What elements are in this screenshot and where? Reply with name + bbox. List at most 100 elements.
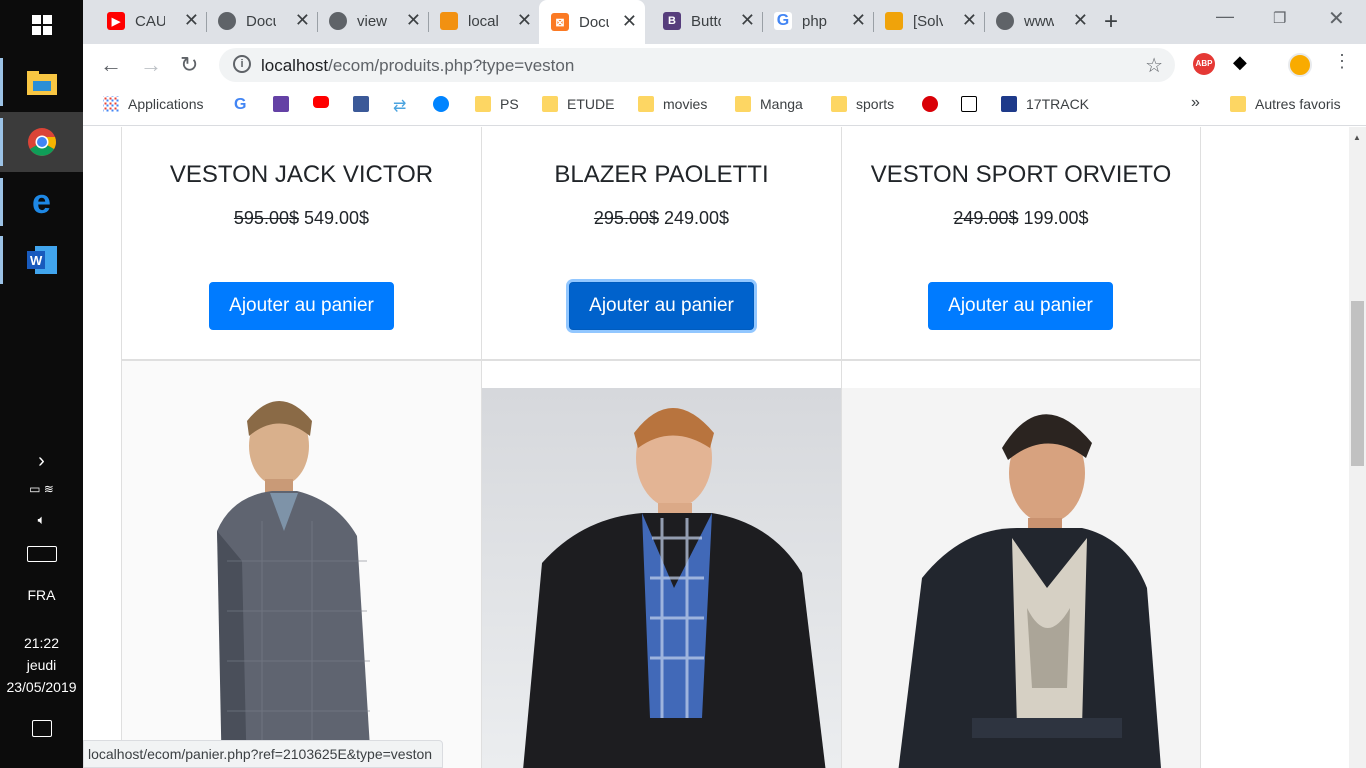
- product-price: 295.00$ 249.00$: [482, 208, 841, 229]
- bookmark-sports[interactable]: sports: [831, 96, 894, 112]
- address-url[interactable]: localhost/ecom/produits.php?type=veston: [261, 56, 574, 76]
- show-hidden-icons-chevron-icon[interactable]: ›: [0, 450, 83, 473]
- more-bookmarks-chevron[interactable]: »: [1191, 94, 1200, 112]
- product-image-blazer-paoletti[interactable]: [482, 388, 841, 768]
- bookmark-label: 17TRACK: [1026, 96, 1090, 112]
- tab-label: Docu: [246, 12, 276, 30]
- tab-strip: ▶ CAU ✕ Docu ✕ view ✕ local ✕ ⊠ Docu ✕ B: [83, 0, 1366, 44]
- close-tab-icon[interactable]: ✕: [184, 10, 199, 31]
- bookmark-label: movies: [663, 96, 708, 112]
- facebook-bookmark-icon[interactable]: [353, 96, 378, 112]
- clock-time[interactable]: 21:22: [0, 635, 83, 651]
- close-tab-icon[interactable]: ✕: [1073, 10, 1088, 31]
- folder-icon: [638, 96, 654, 112]
- tab-8[interactable]: www ✕: [996, 6, 1096, 36]
- bookmark-label: Autres favoris: [1255, 96, 1341, 112]
- bookmark-17track[interactable]: 17TRACK: [1001, 96, 1089, 112]
- folder-icon: [26, 71, 57, 95]
- forward-arrow-icon[interactable]: →: [140, 52, 162, 78]
- new-tab-plus-icon[interactable]: +: [1104, 8, 1118, 36]
- bookmark-label: Manga: [760, 96, 803, 112]
- close-tab-icon[interactable]: ✕: [962, 10, 977, 31]
- add-to-cart-button-focused[interactable]: Ajouter au panier: [569, 282, 754, 330]
- add-to-cart-button[interactable]: Ajouter au panier: [209, 282, 394, 330]
- close-tab-icon[interactable]: ✕: [740, 10, 755, 31]
- phpmyadmin-icon: [440, 12, 458, 30]
- word-taskbar-button[interactable]: W: [0, 230, 83, 290]
- chrome-icon: [27, 128, 56, 156]
- chrome-taskbar-button[interactable]: [0, 112, 83, 172]
- chrome-window: ▶ CAU ✕ Docu ✕ view ✕ local ✕ ⊠ Docu ✕ B: [83, 0, 1366, 768]
- close-tab-icon[interactable]: ✕: [295, 10, 310, 31]
- youtube-bookmark-icon[interactable]: [313, 96, 338, 108]
- volume-icon[interactable]: 🔈︎: [0, 512, 83, 528]
- messenger-bookmark-icon[interactable]: [433, 96, 458, 112]
- menu-dots-icon[interactable]: ⋮: [1333, 51, 1351, 72]
- file-explorer-button[interactable]: [0, 52, 83, 112]
- close-tab-icon[interactable]: ✕: [851, 10, 866, 31]
- close-tab-icon[interactable]: ✕: [406, 10, 421, 31]
- google-bookmark-icon[interactable]: G: [234, 96, 246, 114]
- edge-taskbar-button[interactable]: e: [0, 172, 83, 232]
- page-scrollbar[interactable]: ▲: [1349, 127, 1366, 768]
- back-arrow-icon[interactable]: ←: [100, 52, 122, 78]
- reload-icon[interactable]: ↻: [180, 52, 198, 78]
- battery-wifi-icon[interactable]: ▭ ≋: [0, 482, 83, 496]
- bookmark-apps[interactable]: Applications: [103, 96, 204, 112]
- tab-0[interactable]: ▶ CAU ✕: [107, 6, 207, 36]
- tab-5[interactable]: B Butto ✕: [663, 6, 763, 36]
- product-image-veston-jack-victor[interactable]: [122, 361, 481, 768]
- clock-day: jeudi: [26, 657, 57, 673]
- tab-6[interactable]: G php ✕: [774, 6, 874, 36]
- scrollbar-thumb[interactable]: [1351, 301, 1364, 466]
- bookmark-etude[interactable]: ETUDE: [542, 96, 614, 112]
- man-in-black-blazer-image: [523, 408, 826, 768]
- close-tab-icon[interactable]: ✕: [622, 11, 637, 32]
- close-tab-icon[interactable]: ✕: [517, 10, 532, 31]
- bookmark-ps[interactable]: PS: [475, 96, 519, 112]
- sync-bookmark-icon[interactable]: ⇄: [393, 96, 406, 116]
- notifications-icon[interactable]: [0, 720, 83, 740]
- man-in-dark-blazer-image: [898, 414, 1161, 768]
- product-image-veston-sport-orvieto[interactable]: [842, 388, 1200, 768]
- tab-7[interactable]: [Solv ✕: [885, 6, 985, 36]
- current-price: 549.00$: [304, 208, 370, 228]
- add-to-cart-button[interactable]: Ajouter au panier: [928, 282, 1113, 330]
- tab-2[interactable]: view ✕: [329, 6, 429, 36]
- product-card: VESTON SPORT ORVIETO 249.00$ 199.00$ Ajo…: [841, 127, 1201, 360]
- close-window-icon[interactable]: ✕: [1328, 6, 1345, 31]
- tab-label: Butto: [691, 12, 721, 30]
- globe-icon: [218, 12, 236, 30]
- bookmark-manga[interactable]: Manga: [735, 96, 803, 112]
- page-viewport: VESTON JACK VICTOR 595.00$ 549.00$ Ajout…: [83, 127, 1366, 768]
- mega-bookmark-icon[interactable]: [922, 96, 947, 112]
- tab-1[interactable]: Docu ✕: [218, 6, 318, 36]
- minimize-icon[interactable]: —: [1216, 6, 1234, 27]
- tab-label: Docu: [579, 13, 609, 31]
- lc-bookmark-icon[interactable]: [961, 96, 986, 112]
- profile-avatar[interactable]: [1288, 53, 1312, 77]
- twitch-bookmark-icon[interactable]: [273, 96, 298, 112]
- language-indicator[interactable]: FRA: [0, 587, 83, 603]
- link-status-bar: localhost/ecom/panier.php?ref=2103625E&t…: [83, 740, 444, 768]
- globe-icon: [329, 12, 347, 30]
- windows-logo-icon: [31, 15, 52, 35]
- svg-text:W: W: [30, 253, 43, 268]
- keyboard-icon[interactable]: [0, 546, 83, 565]
- adblock-plus-icon[interactable]: ABP: [1193, 53, 1215, 75]
- product-card: [481, 360, 842, 768]
- url-host: localhost: [261, 56, 329, 75]
- scroll-up-arrow-icon[interactable]: ▲: [1353, 133, 1361, 142]
- address-bar[interactable]: i localhost/ecom/produits.php?type=vesto…: [219, 48, 1175, 82]
- restore-icon[interactable]: ❐: [1273, 9, 1286, 27]
- folder-icon: [475, 96, 491, 112]
- tab-3[interactable]: local ✕: [440, 6, 540, 36]
- tab-4-active[interactable]: ⊠ Docu ✕: [539, 0, 645, 44]
- bookmark-label: PS: [500, 96, 519, 112]
- extension-fish-icon[interactable]: ◆: [1233, 52, 1247, 73]
- start-button[interactable]: [0, 0, 83, 50]
- bookmark-other[interactable]: Autres favoris: [1230, 96, 1341, 112]
- bookmark-movies[interactable]: movies: [638, 96, 707, 112]
- bookmark-star-icon[interactable]: ☆: [1145, 53, 1163, 78]
- site-info-icon[interactable]: i: [233, 55, 251, 73]
